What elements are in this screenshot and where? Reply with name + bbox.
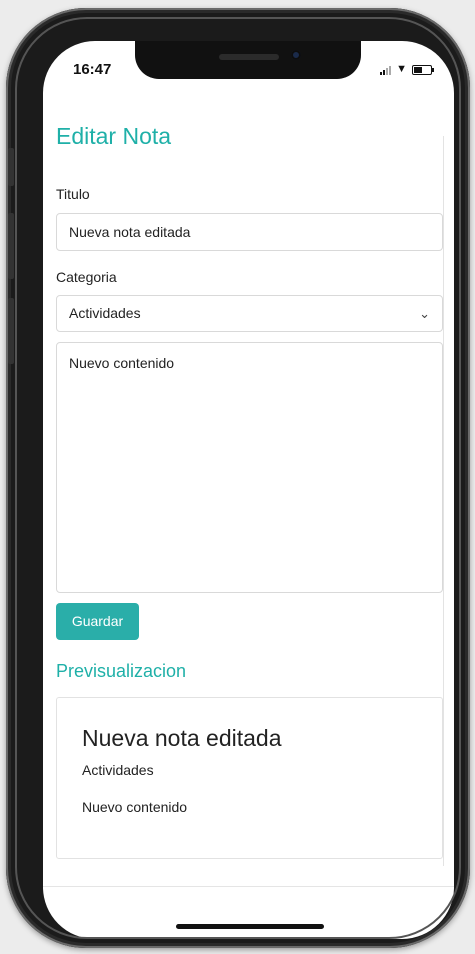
- preview-category: Actividades: [82, 762, 154, 778]
- phone-frame: 16:47 ▼ Editar Nota Titulo Nueva nota ed…: [6, 8, 470, 948]
- preview-card: Nueva nota editada Actividades Nuevo con…: [56, 697, 443, 859]
- mute-switch: [8, 148, 14, 186]
- signal-icon: [380, 65, 392, 75]
- notch: [135, 41, 361, 79]
- preview-content: Nuevo contenido: [82, 799, 188, 815]
- category-label: Categoria: [56, 269, 117, 285]
- camera-icon: [291, 50, 301, 60]
- preview-heading: Previsualizacion: [56, 661, 187, 681]
- status-time: 16:47: [73, 61, 112, 78]
- title-label: Titulo: [56, 186, 90, 202]
- status-icons: ▼: [380, 63, 434, 75]
- title-input[interactable]: Nueva nota editada: [56, 213, 443, 251]
- content-textarea[interactable]: Nuevo contenido: [56, 342, 443, 593]
- speaker-grille: [219, 54, 279, 60]
- wifi-icon: ▼: [396, 63, 407, 75]
- footer-divider: [43, 886, 454, 887]
- volume-up-button: [8, 213, 14, 279]
- home-indicator[interactable]: [176, 924, 324, 929]
- volume-down-button: [8, 298, 14, 364]
- battery-icon: [412, 64, 434, 75]
- category-select[interactable]: Actividades ⌄: [56, 295, 443, 332]
- chevron-down-icon: ⌄: [419, 306, 430, 321]
- page-title: Editar Nota: [56, 123, 172, 149]
- category-selected-value: Actividades: [69, 305, 141, 321]
- save-button[interactable]: Guardar: [56, 603, 139, 640]
- screen: 16:47 ▼ Editar Nota Titulo Nueva nota ed…: [43, 41, 454, 939]
- preview-title: Nueva nota editada: [82, 725, 282, 751]
- divider: [443, 136, 444, 866]
